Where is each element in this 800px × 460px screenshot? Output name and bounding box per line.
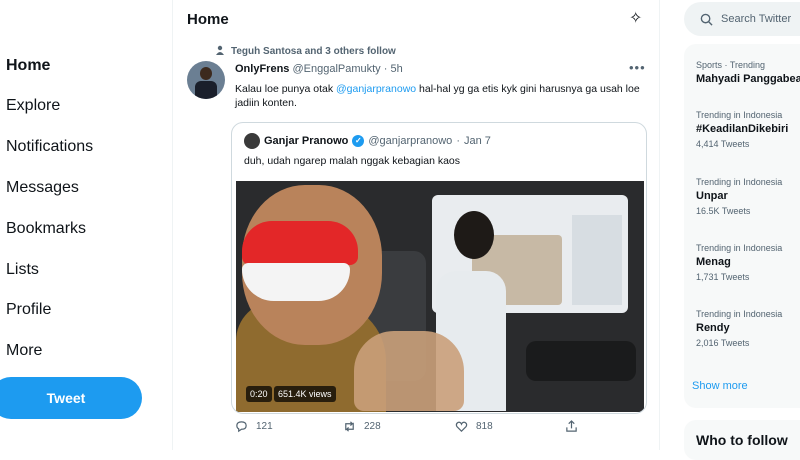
- trend-item[interactable]: Trending in Indonesia Menag 1,731 Tweets: [696, 243, 782, 282]
- who-to-follow-title: Who to follow: [696, 432, 788, 448]
- heart-icon: [455, 421, 468, 432]
- author-handle[interactable]: @EnggalPamukty: [292, 63, 380, 75]
- tweet-header: OnlyFrens @EnggalPamukty · 5h: [235, 63, 403, 75]
- quote-text: duh, udah ngarep malah nggak kebagian ka…: [244, 155, 460, 167]
- tweet-time[interactable]: 5h: [390, 63, 402, 75]
- like-button[interactable]: 818: [455, 420, 493, 433]
- trend-name: Mahyadi Panggabean: [696, 73, 800, 85]
- trend-count: 2,016 Tweets: [696, 338, 750, 348]
- nav-home[interactable]: Home: [6, 57, 50, 75]
- nav-notifications[interactable]: Notifications: [6, 138, 93, 156]
- reply-button[interactable]: 121: [235, 420, 273, 433]
- quote-avatar: [244, 133, 260, 149]
- quote-author-name: Ganjar Pranowo: [264, 135, 349, 147]
- tweet-button[interactable]: Tweet: [0, 377, 142, 419]
- nav-lists[interactable]: Lists: [6, 261, 39, 279]
- quoted-tweet[interactable]: Ganjar Pranowo ✓ @ganjarpranowo · Jan 7 …: [231, 122, 647, 414]
- nav-explore[interactable]: Explore: [6, 97, 60, 115]
- trend-context: Trending in Indonesia: [696, 110, 783, 120]
- author-name[interactable]: OnlyFrens: [235, 63, 289, 75]
- nav-bookmarks[interactable]: Bookmarks: [6, 220, 86, 238]
- trends-panel: Sports · Trending Mahyadi Panggabean Tre…: [684, 44, 800, 408]
- tweet-actions: 121 228 818: [231, 420, 631, 440]
- trend-name: Unpar: [696, 190, 728, 202]
- reply-count: 121: [256, 421, 273, 432]
- nav-more[interactable]: More: [6, 342, 42, 360]
- quote-header: Ganjar Pranowo ✓ @ganjarpranowo · Jan 7: [264, 135, 491, 147]
- retweet-button[interactable]: 228: [343, 420, 381, 433]
- video-views: 651.4K views: [274, 386, 336, 402]
- mention-link[interactable]: @ganjarpranowo: [336, 83, 416, 95]
- nav-profile[interactable]: Profile: [6, 301, 51, 319]
- trend-name: Menag: [696, 256, 731, 268]
- share-button[interactable]: [565, 420, 578, 433]
- search-input[interactable]: Search Twitter: [684, 2, 800, 36]
- search-icon: [700, 13, 713, 26]
- avatar[interactable]: [187, 61, 225, 99]
- trend-item[interactable]: Trending in Indonesia Unpar 16.5K Tweets: [696, 177, 782, 216]
- person-icon: [215, 45, 225, 58]
- quote-date: Jan 7: [463, 135, 491, 147]
- trend-count: 4,414 Tweets: [696, 139, 750, 149]
- social-context-text: Teguh Santosa and 3 others follow: [231, 46, 396, 57]
- trend-context: Trending in Indonesia: [696, 309, 783, 319]
- trend-name: Rendy: [696, 322, 730, 334]
- social-context: Teguh Santosa and 3 others follow: [215, 45, 396, 58]
- show-more-link[interactable]: Show more: [692, 380, 748, 392]
- who-to-follow-panel: Who to follow: [684, 420, 800, 460]
- search-placeholder: Search Twitter: [721, 13, 792, 25]
- share-icon: [566, 420, 577, 432]
- right-sidebar: Search Twitter Sports · Trending Mahyadi…: [680, 0, 800, 460]
- page-title: Home: [187, 11, 229, 28]
- trend-name: #KeadilanDikebiri: [696, 123, 789, 135]
- sidebar-nav: Home Explore Notifications Messages Book…: [0, 0, 170, 450]
- trend-context: Trending in Indonesia: [696, 243, 783, 253]
- reply-icon: [236, 421, 247, 433]
- trend-context: Trending in Indonesia: [696, 177, 783, 187]
- quote-author-handle: @ganjarpranowo: [368, 135, 453, 147]
- trend-item[interactable]: Trending in Indonesia Rendy 2,016 Tweets: [696, 309, 782, 348]
- like-count: 818: [476, 421, 493, 432]
- video-duration: 0:20: [246, 386, 272, 402]
- retweet-count: 228: [364, 421, 381, 432]
- nav-messages[interactable]: Messages: [6, 179, 79, 197]
- video-player[interactable]: 0:20 651.4K views: [236, 181, 644, 412]
- sparkle-icon[interactable]: ✧: [629, 8, 642, 28]
- trend-item[interactable]: Sports · Trending Mahyadi Panggabean: [696, 60, 800, 85]
- verified-badge-icon: ✓: [352, 135, 365, 147]
- retweet-icon: [345, 421, 354, 432]
- trend-count: 16.5K Tweets: [696, 206, 751, 216]
- trend-count: 1,731 Tweets: [696, 272, 750, 282]
- trend-item[interactable]: Trending in Indonesia #KeadilanDikebiri …: [696, 110, 788, 149]
- home-feed: Home ✧ Teguh Santosa and 3 others follow…: [172, 0, 660, 450]
- trend-context: Sports · Trending: [696, 60, 766, 70]
- more-options-icon[interactable]: •••: [629, 60, 646, 75]
- tweet-text: Kalau loe punya otak @ganjarpranowo hal-…: [235, 83, 640, 109]
